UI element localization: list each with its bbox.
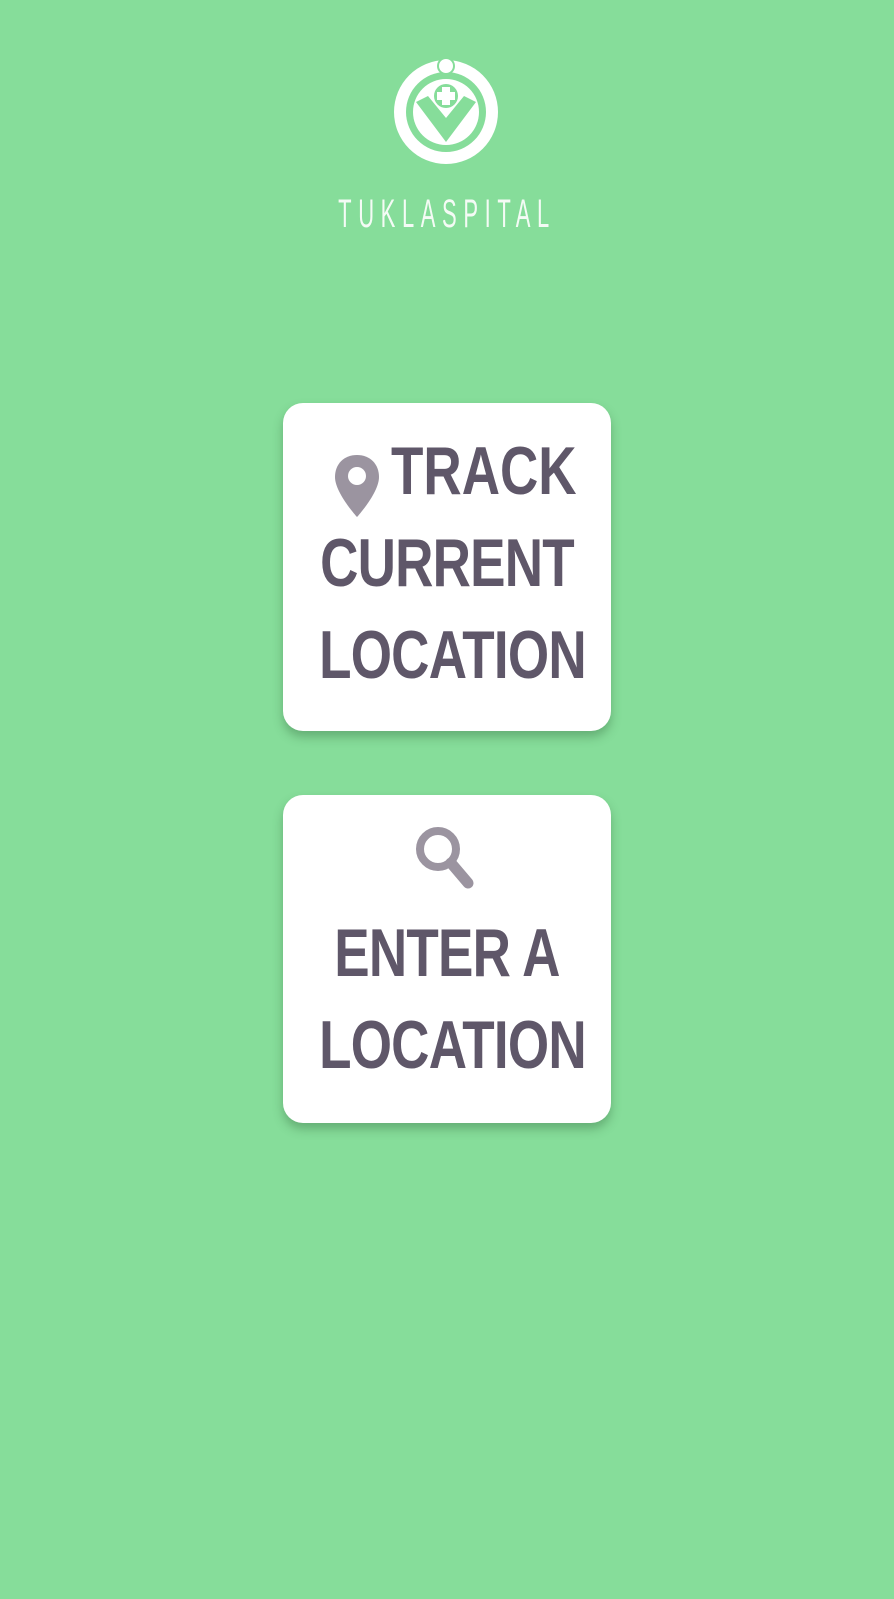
track-label-first: TRACK	[391, 433, 577, 509]
enter-label-line-1: ENTER A	[334, 915, 560, 991]
enter-location-button[interactable]: ENTER A LOCATION	[283, 795, 611, 1123]
track-label-line-2: CURRENT	[320, 525, 575, 601]
app-brand-name: TUKLASPITAL	[338, 192, 556, 236]
track-label-line-3: LOCATION	[319, 617, 587, 693]
map-pin-icon	[335, 455, 379, 517]
enter-location-label: ENTER A LOCATION	[283, 907, 611, 1091]
track-label: CURRENT LOCATION	[283, 517, 611, 701]
app-logo-icon	[390, 56, 502, 168]
search-icon	[416, 827, 474, 889]
enter-label-line-2: LOCATION	[319, 1007, 587, 1083]
app-screen: TUKLASPITAL TRACK CURRENT LOCATION ENTER…	[0, 0, 894, 1599]
track-current-location-button[interactable]: TRACK CURRENT LOCATION	[283, 403, 611, 731]
track-title-row: TRACK	[283, 425, 611, 517]
